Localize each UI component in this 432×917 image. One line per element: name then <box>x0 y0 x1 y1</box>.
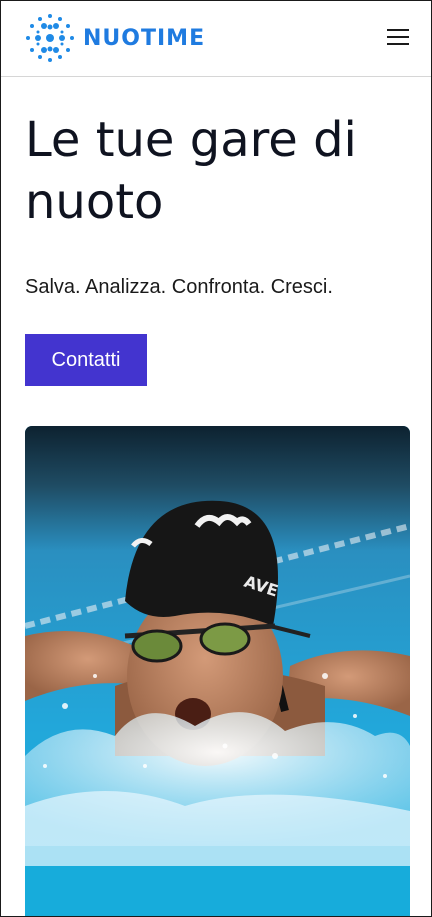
menu-line <box>387 36 409 38</box>
hero-title: Le tue gare di nuoto <box>25 112 357 230</box>
logo[interactable]: NUOTIME <box>25 13 205 63</box>
contatti-button[interactable]: Contatti <box>25 334 147 386</box>
site-header: NUOTIME <box>1 1 431 77</box>
menu-line <box>387 43 409 45</box>
logo-text: NUOTIME <box>83 25 206 51</box>
hamburger-menu-icon[interactable] <box>387 27 411 47</box>
menu-line <box>387 29 409 31</box>
hero-subtitle: Salva. Analizza. Confronta. Cresci. <box>25 276 333 298</box>
swimmer-photo: AVE <box>25 426 410 916</box>
dot-grid-logo-icon <box>25 13 75 63</box>
page: NUOTIME Le tue gare di nuoto Salva. Anal… <box>0 0 432 917</box>
